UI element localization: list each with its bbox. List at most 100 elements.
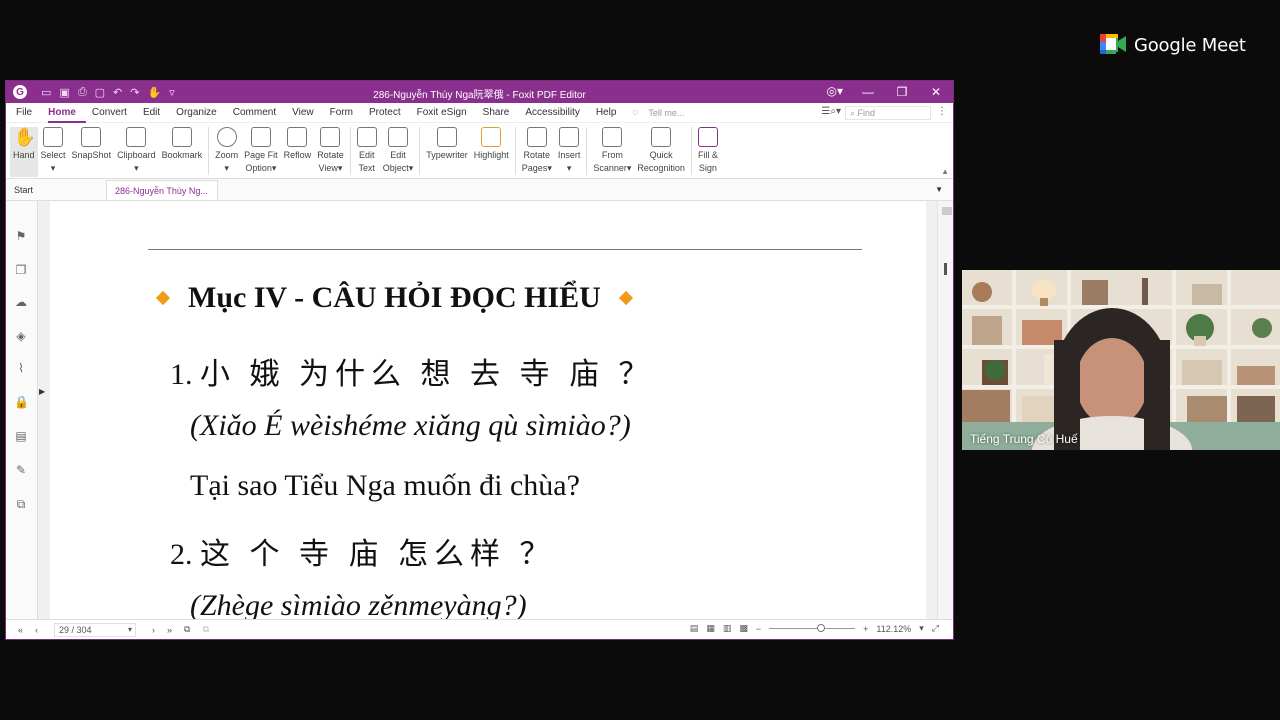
edit-object-icon — [387, 127, 408, 147]
highlight-icon — [481, 127, 502, 147]
facing-page-icon[interactable]: ▥ — [723, 623, 732, 634]
page-number-input[interactable]: 29 / 304 — [54, 622, 137, 637]
bookmark-panel-icon[interactable]: ⚑ — [14, 229, 28, 243]
ribbon-separator — [349, 127, 351, 175]
expand-panel-icon[interactable]: ▶ — [39, 387, 45, 396]
from-scanner-button[interactable]: From Scanner▾ — [590, 127, 634, 175]
minimize-icon[interactable]: — — [851, 85, 885, 99]
participant-video-frame — [962, 270, 1280, 450]
edit-object-button[interactable]: Edit Object▾ — [380, 127, 417, 175]
question-2-pinyin: (Zhège sìmiào zěnmeyàng?) — [190, 589, 527, 619]
google-meet-logo-icon — [1100, 34, 1126, 56]
article-panel-icon[interactable]: ⧉ — [14, 497, 28, 511]
zoom-out-icon[interactable]: − — [756, 624, 761, 634]
menu-file[interactable]: File — [16, 103, 42, 123]
rotate-view-button[interactable]: Rotate View▾ — [314, 127, 347, 175]
clipboard-button[interactable]: Clipboard ▾ — [114, 127, 159, 175]
menu-comment[interactable]: Comment — [233, 103, 286, 123]
quick-access-toolbar: ▭ ▣ ⎙ ▢ ↶ ↷ ✋ ▿ — [41, 86, 175, 99]
fullscreen-icon[interactable]: ⤢ — [932, 623, 939, 634]
reflow-button[interactable]: Reflow — [281, 127, 315, 162]
hand-tool-icon[interactable]: ✋ — [147, 86, 161, 99]
continuous-facing-icon[interactable]: ▩ — [739, 623, 748, 634]
layers-panel-icon[interactable]: ◈ — [14, 329, 28, 343]
hand-icon: ✋ — [13, 127, 37, 147]
quick-recognition-button[interactable]: Quick Recognition — [634, 127, 688, 175]
content-panel-icon[interactable]: ▤ — [14, 429, 28, 443]
menu-help[interactable]: Help — [596, 103, 627, 123]
continuous-page-icon[interactable]: ▦ — [706, 623, 715, 634]
save-icon[interactable]: ▣ — [59, 86, 69, 99]
open-folder-icon[interactable]: ▭ — [41, 86, 51, 99]
page-fit-option-button[interactable]: Page Fit Option▾ — [241, 127, 281, 175]
rotate-pages-button[interactable]: Rotate Pages▾ — [519, 127, 555, 175]
attachments-panel-icon[interactable]: ⌇ — [14, 361, 28, 375]
previous-page-icon[interactable]: ‹ — [35, 625, 38, 635]
zoom-slider-knob[interactable] — [817, 624, 826, 632]
zoom-icon — [216, 127, 237, 147]
menu-share[interactable]: Share — [483, 103, 520, 123]
new-icon[interactable]: ▢ — [95, 86, 105, 99]
close-icon[interactable]: ✕ — [919, 85, 953, 99]
menu-protect[interactable]: Protect — [369, 103, 411, 123]
zoom-button[interactable]: Zoom ▾ — [212, 127, 241, 175]
rotate-pages-icon — [526, 127, 547, 147]
highlight-button[interactable]: Highlight — [471, 127, 512, 162]
restore-icon[interactable]: ❐ — [885, 85, 919, 99]
google-meet-brand: Google Meet — [1100, 34, 1246, 56]
tab-start[interactable]: Start — [6, 180, 106, 200]
edit-text-icon — [356, 127, 377, 147]
zoom-slider[interactable] — [769, 624, 856, 632]
zoom-in-icon[interactable]: + — [863, 624, 868, 634]
signature-panel-icon[interactable]: ✎ — [14, 463, 28, 477]
comments-panel-icon[interactable]: ☁ — [14, 295, 28, 309]
zoom-level[interactable]: 112.12% — [876, 624, 911, 634]
menu-foxit-esign[interactable]: Foxit eSign — [417, 103, 477, 123]
next-page-icon[interactable]: › — [152, 625, 155, 635]
menu-view[interactable]: View — [292, 103, 324, 123]
search-mode-dropdown[interactable]: ☰⌕▾ — [821, 106, 841, 117]
tab-document[interactable]: 286-Nguyễn Thúy Ng... ✕ — [106, 180, 218, 216]
scroll-up-button[interactable] — [942, 207, 952, 215]
menu-convert[interactable]: Convert — [92, 103, 137, 123]
snapshot-button[interactable]: SnapShot — [69, 127, 115, 162]
undo-icon[interactable]: ↶ — [113, 86, 122, 99]
single-page-icon[interactable]: ▤ — [690, 623, 699, 634]
zoom-dropdown-icon[interactable]: ▾ — [919, 623, 924, 634]
security-panel-icon[interactable]: 🔒 — [14, 395, 29, 409]
fill-sign-button[interactable]: Fill & Sign — [695, 127, 721, 175]
menu-edit[interactable]: Edit — [143, 103, 170, 123]
pages-panel-icon[interactable]: ❐ — [14, 263, 28, 277]
redo-icon[interactable]: ↷ — [130, 86, 139, 99]
vertical-scrollbar[interactable] — [937, 201, 953, 619]
menu-form[interactable]: Form — [330, 103, 363, 123]
scrollbar-thumb[interactable] — [944, 263, 947, 275]
edit-text-button[interactable]: Edit Text — [354, 127, 380, 175]
participant-video-tile[interactable]: Tiếng Trung Cô Huế — [962, 270, 1280, 450]
navigation-panel: ⚑ ❐ ☁ ◈ ⌇ 🔒 ▤ ✎ ⧉ — [6, 201, 38, 619]
tell-me-input[interactable]: Tell me... — [648, 108, 684, 118]
question-1-chinese: 1. 小 娥 为什么 想 去 寺 庙 ？ — [170, 358, 655, 391]
typewriter-button[interactable]: Typewriter — [423, 127, 471, 162]
insert-button[interactable]: Insert ▾ — [555, 127, 584, 175]
view-controls: ▤ ▦ ▥ ▩ − + 112.12% ▾ ⤢ — [690, 623, 939, 634]
last-page-icon[interactable]: » — [167, 625, 172, 635]
menu-organize[interactable]: Organize — [176, 103, 227, 123]
ribbon-separator — [514, 127, 516, 175]
previous-view-icon[interactable]: ⧉ — [184, 624, 190, 635]
user-account-icon[interactable]: ◎▾ — [827, 84, 844, 98]
find-input[interactable]: ⌕ Find — [845, 106, 931, 120]
tab-list-dropdown-icon[interactable]: ▼ — [935, 185, 943, 194]
ribbon-toolbar: ✋ Hand Select ▾ SnapShot Clipboard ▾ Boo… — [6, 123, 953, 179]
collapse-ribbon-icon[interactable]: ▲ — [941, 167, 949, 176]
print-icon[interactable]: ⎙ — [78, 86, 87, 99]
first-page-icon[interactable]: « — [18, 625, 23, 635]
customize-dropdown-icon[interactable]: ▿ — [169, 86, 175, 99]
more-options-icon[interactable]: ⋮ — [937, 106, 947, 117]
menu-home[interactable]: Home — [48, 103, 86, 123]
menu-accessibility[interactable]: Accessibility — [525, 103, 589, 123]
bookmark-button[interactable]: Bookmark — [159, 127, 206, 162]
hand-button[interactable]: ✋ Hand — [10, 127, 38, 177]
select-button[interactable]: Select ▾ — [38, 127, 69, 175]
next-view-icon[interactable]: ⧉ — [202, 624, 208, 635]
